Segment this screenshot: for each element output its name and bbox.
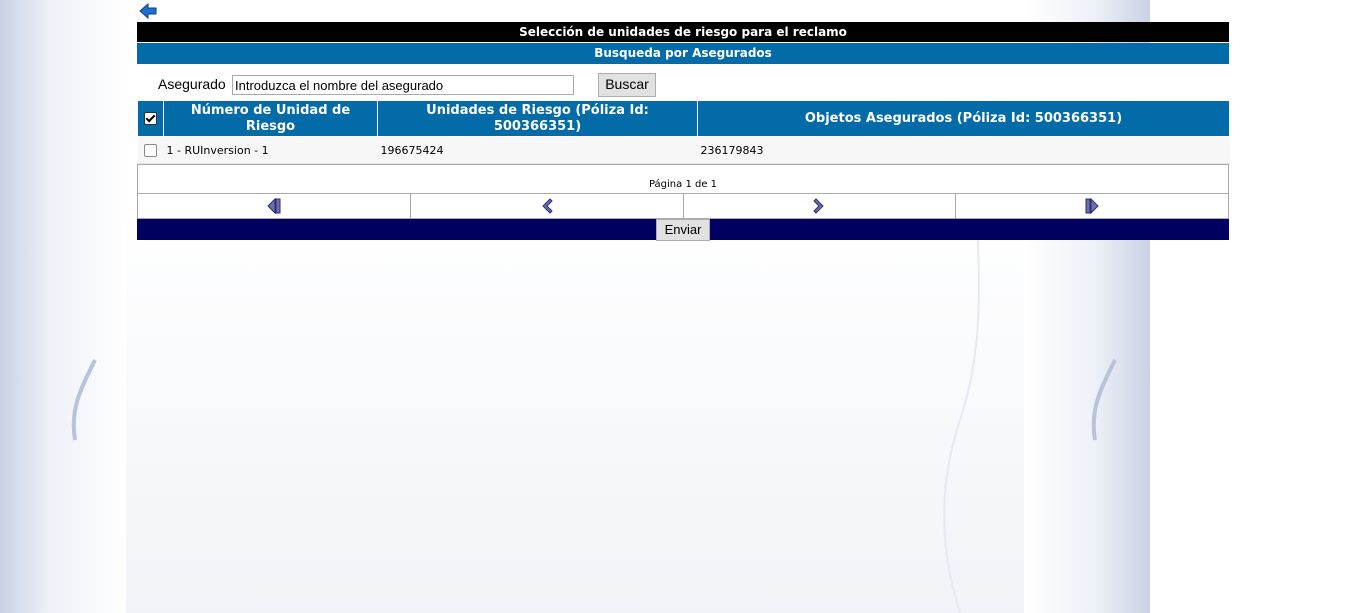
previous-page-button[interactable]: [411, 194, 684, 218]
row-checkbox[interactable]: [144, 143, 157, 157]
previous-page-icon: [541, 198, 553, 214]
pager-nav: [138, 193, 1228, 218]
page-title: Selección de unidades de riesgo para el …: [137, 22, 1229, 42]
page-info: Página 1 de 1: [648, 179, 718, 190]
row-select-cell: [137, 136, 164, 164]
search-label: Asegurado: [158, 76, 226, 92]
search-row: Asegurado Buscar: [137, 64, 1229, 100]
next-page-icon: [813, 198, 825, 214]
last-page-button[interactable]: [956, 194, 1228, 218]
footer-bar: Enviar: [137, 219, 1229, 241]
back-arrow-icon[interactable]: [139, 2, 157, 20]
main-panel: Selección de unidades de riesgo para el …: [137, 22, 1230, 241]
search-input[interactable]: [232, 75, 574, 95]
table-cell: 1 - RUInversion - 1: [163, 136, 378, 164]
send-button[interactable]: Enviar: [656, 219, 710, 241]
table-row[interactable]: 1 - RUInversion - 1 196675424 236179843: [137, 136, 1230, 164]
first-page-button[interactable]: [138, 194, 411, 218]
pager: Página 1 de 1: [137, 164, 1229, 219]
risk-units-table: Número de Unidad de Riesgo Unidades de R…: [137, 100, 1230, 164]
column-header: Número de Unidad de Riesgo: [163, 100, 378, 137]
column-header: Objetos Asegurados (Póliza Id: 500366351…: [697, 100, 1230, 137]
first-page-icon: [267, 197, 281, 215]
table-header-row: Número de Unidad de Riesgo Unidades de R…: [137, 100, 1230, 137]
select-all-checkbox[interactable]: [144, 111, 157, 125]
search-button[interactable]: Buscar: [598, 73, 656, 97]
section-title: Busqueda por Asegurados: [137, 43, 1229, 64]
next-page-button[interactable]: [684, 194, 957, 218]
table-cell: 196675424: [377, 136, 698, 164]
last-page-icon: [1085, 197, 1099, 215]
column-header: Unidades de Riesgo (Póliza Id: 500366351…: [377, 100, 698, 137]
table-cell: 236179843: [697, 136, 1230, 164]
select-all-cell: [137, 100, 164, 137]
